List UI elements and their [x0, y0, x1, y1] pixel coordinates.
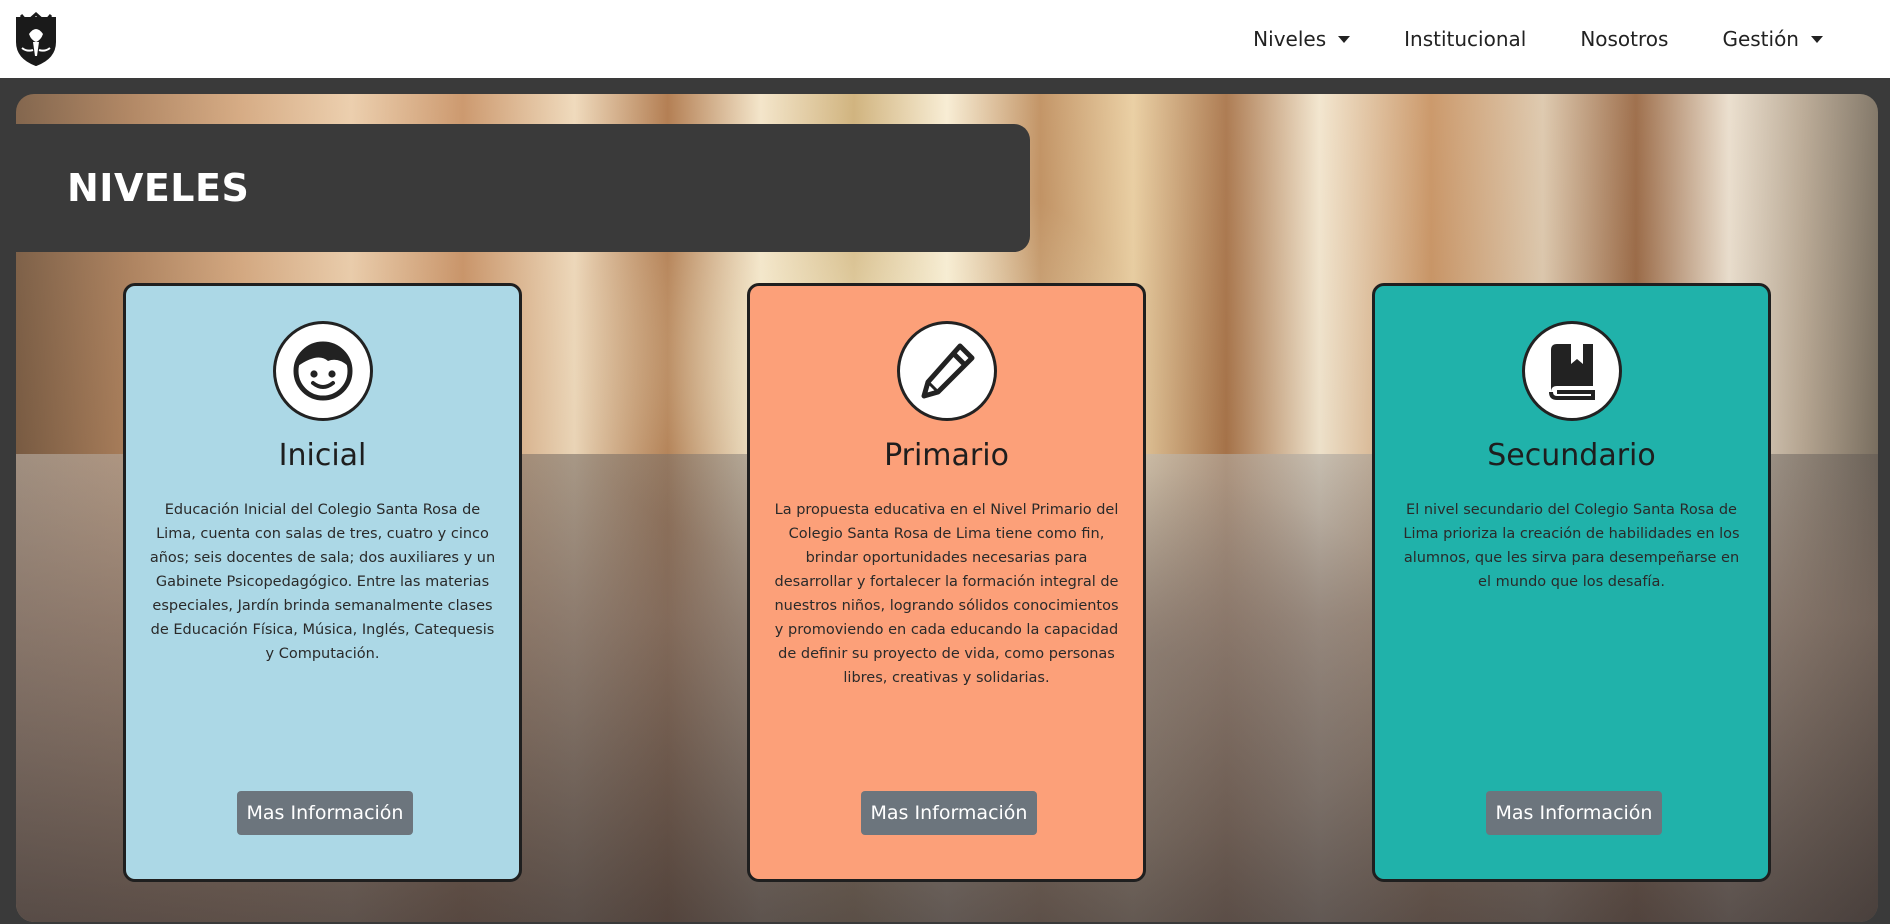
page-title: NIVELES [67, 166, 250, 210]
caret-down-icon [1811, 35, 1823, 43]
top-navbar: Niveles Institucional Nosotros Gestión [0, 0, 1890, 78]
section-title-banner: NIVELES [16, 124, 1030, 252]
card-description: Educación Inicial del Colegio Santa Rosa… [149, 502, 496, 662]
level-card-secundario: Secundario El nivel secundario del Coleg… [1372, 283, 1771, 882]
nav-item-niveles[interactable]: Niveles [1253, 27, 1351, 51]
card-title: Inicial [278, 438, 367, 473]
more-info-button[interactable]: Mas Información [1486, 791, 1662, 835]
more-info-button[interactable]: Mas Información [237, 791, 413, 835]
level-card-primario: Primario La propuesta educativa en el Ni… [747, 283, 1146, 882]
book-icon [1522, 321, 1622, 421]
level-card-inicial: Inicial Educación Inicial del Colegio Sa… [123, 283, 522, 882]
nav-item-label: Gestión [1722, 27, 1799, 51]
nav-item-label: Nosotros [1580, 27, 1669, 51]
caret-down-icon [1338, 35, 1351, 43]
school-crest-logo[interactable] [13, 11, 59, 67]
card-description: La propuesta educativa en el Nivel Prima… [774, 502, 1119, 686]
pencil-icon [897, 321, 997, 421]
card-title: Primario [884, 438, 1009, 473]
card-title: Secundario [1487, 438, 1656, 473]
more-info-button[interactable]: Mas Información [861, 791, 1037, 835]
nav-item-institucional[interactable]: Institucional [1404, 27, 1526, 51]
child-face-icon [273, 321, 373, 421]
nav-item-label: Niveles [1253, 27, 1327, 51]
nav-menu: Niveles Institucional Nosotros Gestión [1253, 0, 1823, 78]
nav-item-nosotros[interactable]: Nosotros [1580, 27, 1668, 51]
nav-item-gestion[interactable]: Gestión [1722, 27, 1823, 51]
card-description: El nivel secundario del Colegio Santa Ro… [1403, 502, 1740, 590]
nav-item-label: Institucional [1404, 27, 1527, 51]
